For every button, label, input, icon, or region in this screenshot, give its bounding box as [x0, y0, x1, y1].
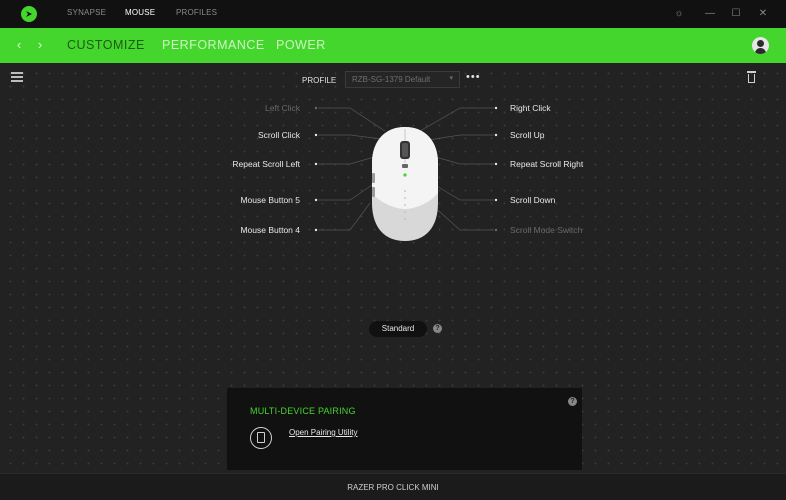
forward-arrow-icon[interactable]: ›	[34, 37, 46, 53]
status-bar: RAZER PRO CLICK MINI	[0, 473, 786, 500]
button-mouse-button-5[interactable]: Mouse Button 5	[190, 195, 300, 205]
button-left-click[interactable]: Left Click	[190, 103, 300, 113]
tab-customize[interactable]: CUSTOMIZE	[67, 38, 145, 52]
button-scroll-mode-switch[interactable]: Scroll Mode Switch	[510, 225, 582, 235]
back-arrow-icon[interactable]: ‹	[13, 37, 25, 53]
user-avatar-icon[interactable]	[752, 37, 769, 54]
tab-power[interactable]: POWER	[276, 38, 326, 52]
settings-icon[interactable]: ☼	[672, 7, 686, 21]
help-icon[interactable]: ?	[433, 324, 442, 333]
multi-device-pairing-card: MULTI-DEVICE PAIRING ? Open Pairing Util…	[227, 388, 582, 470]
button-mouse-button-4[interactable]: Mouse Button 4	[190, 225, 300, 235]
title-bar: SYNAPSE MOUSE PROFILES ☼ — ☐ ✕	[0, 0, 786, 28]
button-right-click[interactable]: Right Click	[510, 103, 551, 113]
maximize-icon[interactable]: ☐	[729, 7, 743, 21]
button-scroll-down[interactable]: Scroll Down	[510, 195, 555, 205]
nav-bar: ‹ › CUSTOMIZE PERFORMANCE POWER	[0, 28, 786, 63]
pairing-device-icon	[250, 427, 272, 449]
button-repeat-scroll-left[interactable]: Repeat Scroll Left	[190, 159, 300, 169]
tab-profiles[interactable]: PROFILES	[176, 8, 217, 17]
mouse-image	[372, 127, 438, 241]
button-scroll-up[interactable]: Scroll Up	[510, 130, 544, 140]
tab-performance[interactable]: PERFORMANCE	[162, 38, 265, 52]
button-repeat-scroll-right[interactable]: Repeat Scroll Right	[510, 159, 583, 169]
minimize-icon[interactable]: —	[703, 7, 717, 21]
close-icon[interactable]: ✕	[756, 7, 770, 21]
pairing-title: MULTI-DEVICE PAIRING	[250, 406, 356, 416]
tab-synapse[interactable]: SYNAPSE	[67, 8, 106, 17]
tab-mouse[interactable]: MOUSE	[125, 8, 155, 17]
button-scroll-click[interactable]: Scroll Click	[190, 130, 300, 140]
open-pairing-utility-link[interactable]: Open Pairing Utility	[289, 428, 357, 437]
razer-logo-icon[interactable]	[21, 6, 37, 22]
customize-panel: PROFILE RZB-SG-1379 Default ▾ ••• Left C…	[0, 63, 786, 473]
device-name: RAZER PRO CLICK MINI	[347, 483, 439, 492]
pairing-help-icon[interactable]: ?	[568, 397, 577, 406]
standard-mode-button[interactable]: Standard	[369, 321, 427, 337]
